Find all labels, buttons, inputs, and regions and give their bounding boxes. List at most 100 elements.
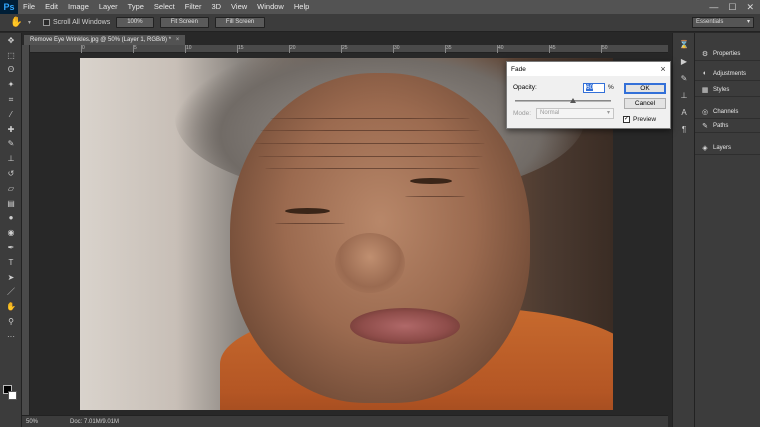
blur-tool-icon[interactable]: ●: [0, 211, 22, 226]
gradient-tool-icon[interactable]: ▤: [0, 196, 22, 211]
pen-tool-icon[interactable]: ✒: [0, 240, 22, 255]
styles-icon: ▦: [701, 86, 709, 94]
close-document-icon[interactable]: ×: [176, 37, 180, 43]
panel-adjustments[interactable]: ◐ Adjustments: [695, 67, 760, 81]
crop-tool-icon[interactable]: ⌗: [0, 92, 22, 107]
scroll-all-checkbox-box[interactable]: [43, 19, 51, 26]
ruler-tick: 35: [445, 45, 452, 53]
more-tools-icon[interactable]: ···: [0, 329, 22, 344]
mode-label: Mode:: [513, 110, 532, 117]
quick-select-tool-icon[interactable]: ✦: [0, 77, 22, 92]
hand-tool-icon[interactable]: ✋: [0, 299, 22, 314]
fade-dialog-title: Fade: [511, 65, 526, 73]
ok-button[interactable]: OK: [624, 83, 666, 94]
menu-file[interactable]: File: [18, 0, 40, 14]
panel-label: Channels: [713, 108, 739, 115]
close-icon[interactable]: ✕: [746, 2, 754, 13]
scroll-all-label: Scroll All Windows: [53, 19, 111, 26]
status-bar: 50% Doc: 7.01M/9.01M: [22, 415, 668, 427]
opacity-slider-thumb[interactable]: [569, 98, 576, 103]
brush-presets-icon[interactable]: ✎: [673, 72, 695, 84]
mode-select[interactable]: Normal: [536, 108, 614, 119]
zoom-100-button[interactable]: 100%: [116, 17, 154, 28]
brush-tool-icon[interactable]: ✎: [0, 137, 22, 152]
paths-icon: ✎: [702, 122, 708, 130]
zoom-level[interactable]: 50%: [26, 419, 38, 425]
photo-eye-left: [285, 208, 330, 214]
eraser-tool-icon[interactable]: ▱: [0, 181, 22, 196]
panel-styles[interactable]: ▦ Styles: [695, 83, 760, 97]
fill-screen-button[interactable]: Fill Screen: [214, 17, 266, 28]
fade-dialog-titlebar[interactable]: Fade ×: [507, 62, 670, 76]
shape-tool-icon[interactable]: ／: [0, 285, 22, 300]
hand-tool-icon[interactable]: ✋: [10, 17, 22, 29]
menu-help[interactable]: Help: [289, 0, 314, 14]
ruler-tick: 20: [289, 45, 296, 53]
tools-panel: ✥ ⬚ ʘ ✦ ⌗ ⁄ ✚ ✎ ⊥ ↺ ▱ ▤ ● ◉ ✒ T ➤ ／ ✋ ⚲ …: [0, 33, 22, 427]
photo-wrinkle: [255, 143, 485, 144]
eyedropper-tool-icon[interactable]: ⁄: [0, 107, 22, 122]
healing-brush-tool-icon[interactable]: ✚: [0, 122, 22, 137]
zoom-tool-icon[interactable]: ⚲: [0, 314, 22, 329]
panel-properties[interactable]: ⚙ Properties: [695, 47, 760, 61]
opacity-value: 60: [586, 84, 594, 91]
photoshop-logo-icon: Ps: [0, 0, 18, 14]
close-icon[interactable]: ×: [656, 64, 670, 74]
preview-checkbox-box[interactable]: ✓: [623, 116, 630, 123]
character-icon[interactable]: A: [673, 106, 695, 118]
ruler-tick: 15: [237, 45, 244, 53]
lasso-tool-icon[interactable]: ʘ: [0, 63, 22, 78]
opacity-unit: %: [608, 84, 614, 91]
tool-preset-dropdown-icon[interactable]: ▾: [28, 19, 31, 26]
history-icon[interactable]: ⌛: [673, 38, 695, 50]
opacity-label: Opacity:: [513, 84, 537, 91]
opacity-input[interactable]: 60: [583, 83, 605, 93]
cancel-button[interactable]: Cancel: [624, 98, 666, 109]
marquee-tool-icon[interactable]: ⬚: [0, 48, 22, 63]
menu-image[interactable]: Image: [63, 0, 94, 14]
panel-label: Paths: [713, 122, 729, 129]
menu-select[interactable]: Select: [149, 0, 180, 14]
menu-view[interactable]: View: [226, 0, 252, 14]
menu-type[interactable]: Type: [123, 0, 149, 14]
clone-source-icon[interactable]: ⊥: [673, 89, 695, 101]
actions-icon[interactable]: ▶: [673, 55, 695, 67]
panel-channels[interactable]: ◎ Channels: [695, 105, 760, 119]
panel-layers[interactable]: ◈ Layers: [695, 141, 760, 155]
menu-edit[interactable]: Edit: [40, 0, 63, 14]
ruler-tick: 25: [341, 45, 348, 53]
ruler-tick: 5: [133, 45, 137, 53]
window-controls: — ☐ ✕: [709, 2, 760, 13]
fit-screen-button[interactable]: Fit Screen: [159, 17, 209, 28]
menu-layer[interactable]: Layer: [94, 0, 123, 14]
clone-stamp-tool-icon[interactable]: ⊥: [0, 151, 22, 166]
workspace-select[interactable]: Essentials: [692, 17, 754, 28]
menu-filter[interactable]: Filter: [180, 0, 207, 14]
move-tool-icon[interactable]: ✥: [0, 33, 22, 48]
dodge-tool-icon[interactable]: ◉: [0, 225, 22, 240]
panel-paths[interactable]: ✎ Paths: [695, 119, 760, 133]
options-bar: ✋ ▾ Scroll All Windows 100% Fit Screen F…: [0, 14, 760, 32]
properties-icon: ⚙: [701, 50, 709, 58]
minimize-icon[interactable]: —: [709, 2, 718, 13]
photo-eye-right: [410, 178, 452, 184]
ruler-tick: 50: [601, 45, 608, 53]
history-brush-tool-icon[interactable]: ↺: [0, 166, 22, 181]
scroll-all-windows-checkbox[interactable]: Scroll All Windows: [43, 19, 110, 26]
opacity-slider[interactable]: [515, 98, 611, 103]
menu-window[interactable]: Window: [252, 0, 289, 14]
preview-checkbox[interactable]: ✓ Preview: [623, 116, 656, 123]
path-selection-tool-icon[interactable]: ➤: [0, 270, 22, 285]
background-color-swatch[interactable]: [8, 391, 17, 400]
type-tool-icon[interactable]: T: [0, 255, 22, 270]
document-tab[interactable]: Remove Eye Wrinkles.jpg @ 50% (Layer 1, …: [24, 35, 186, 45]
menu-3d[interactable]: 3D: [206, 0, 226, 14]
ruler-tick: 40: [497, 45, 504, 53]
photo-nose: [335, 233, 405, 293]
photo-mouth: [350, 308, 460, 344]
maximize-icon[interactable]: ☐: [728, 2, 736, 13]
paragraph-icon[interactable]: ¶: [673, 123, 695, 135]
document-size[interactable]: Doc: 7.01M/9.01M: [70, 419, 119, 425]
vertical-ruler: [22, 45, 30, 415]
ruler-tick: 0: [81, 45, 85, 53]
